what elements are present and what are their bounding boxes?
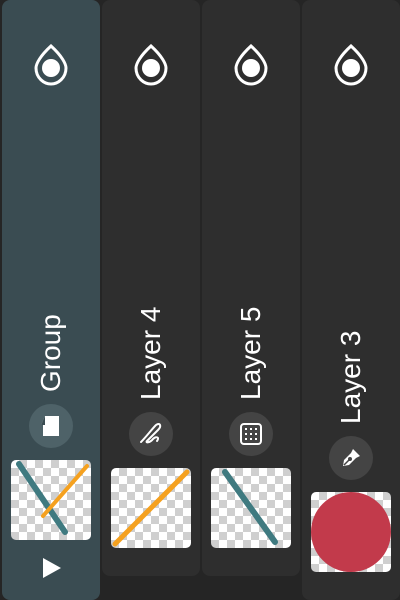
eye-icon[interactable] <box>34 44 68 88</box>
layer-name: Layer 5 <box>235 306 266 400</box>
eye-icon[interactable] <box>134 44 168 88</box>
layer-panel-layer-5[interactable]: Layer 5 <box>202 0 300 576</box>
layer-name: Group <box>35 314 66 392</box>
layer-panel-layer-4[interactable]: Layer 4 <box>102 0 200 576</box>
brush-icon[interactable] <box>129 412 173 456</box>
folder-icon[interactable] <box>29 404 73 448</box>
layer-name: Layer 4 <box>135 306 166 400</box>
eye-icon[interactable] <box>334 44 368 88</box>
layer-thumbnail[interactable] <box>111 468 191 548</box>
layer-thumbnail[interactable] <box>211 468 291 548</box>
pen-icon[interactable] <box>329 436 373 480</box>
eye-icon[interactable] <box>234 44 268 88</box>
layer-name: Layer 3 <box>335 330 366 424</box>
play-icon[interactable] <box>39 556 63 580</box>
layer-thumbnail[interactable] <box>311 492 391 572</box>
layer-panel-group[interactable]: Group <box>2 0 100 600</box>
pattern-icon[interactable] <box>229 412 273 456</box>
layer-panel-layer-3[interactable]: Layer 3 <box>302 0 400 600</box>
layer-thumbnail[interactable] <box>11 460 91 540</box>
